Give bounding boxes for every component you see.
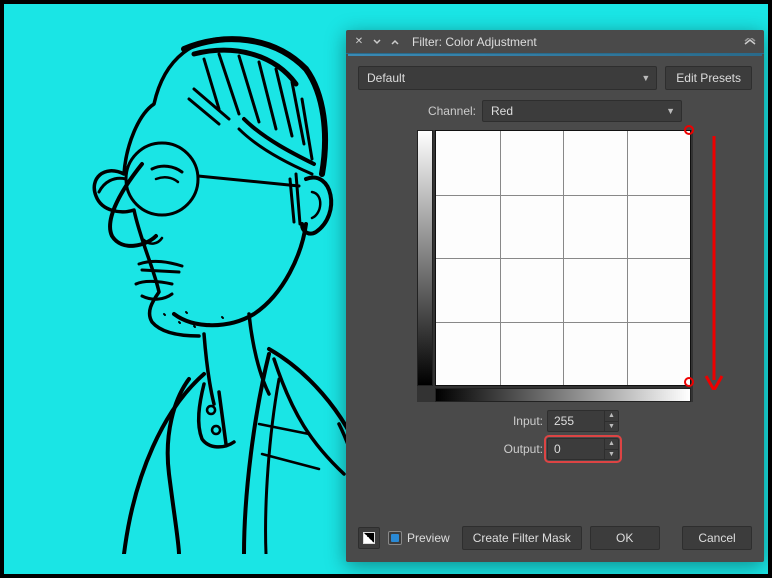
canvas-background: ✕ Filter: Color Adjustment Default ▼ Edi…	[4, 4, 768, 574]
input-spinner[interactable]: 255 ▲ ▼	[547, 410, 619, 432]
close-icon[interactable]: ✕	[352, 35, 366, 49]
preset-select[interactable]: Default ▼	[358, 66, 657, 90]
dialog-titlebar[interactable]: ✕ Filter: Color Adjustment	[346, 30, 764, 54]
chevron-down-icon: ▼	[641, 73, 650, 83]
spin-down-icon[interactable]: ▼	[605, 422, 618, 432]
output-label: Output:	[491, 442, 543, 456]
color-adjustment-dialog: ✕ Filter: Color Adjustment Default ▼ Edi…	[346, 30, 764, 562]
input-label: Input:	[491, 414, 543, 428]
channel-label: Channel:	[428, 104, 476, 118]
portrait-sketch	[44, 14, 384, 554]
dialog-title: Filter: Color Adjustment	[412, 35, 738, 49]
cancel-button[interactable]: Cancel	[682, 526, 752, 550]
channel-select[interactable]: Red ▼	[482, 100, 682, 122]
curve-editor[interactable]	[417, 130, 693, 402]
spin-down-icon[interactable]: ▼	[605, 450, 618, 460]
spin-up-icon[interactable]: ▲	[605, 439, 618, 450]
channel-value: Red	[491, 104, 513, 118]
spin-up-icon[interactable]: ▲	[605, 411, 618, 422]
output-spinner[interactable]: 0 ▲ ▼	[547, 438, 619, 460]
collapse-icon[interactable]	[742, 35, 758, 49]
curve-handle-top[interactable]	[684, 125, 694, 135]
chevron-up-icon[interactable]	[388, 35, 402, 49]
output-value[interactable]: 0	[548, 439, 604, 459]
curve-grid[interactable]	[435, 130, 691, 386]
preview-checkbox[interactable]	[388, 531, 402, 545]
vertical-gradient	[417, 130, 433, 386]
curve-handle-bottom[interactable]	[684, 377, 694, 387]
preview-label: Preview	[407, 531, 450, 545]
swatch-icon[interactable]	[358, 527, 380, 549]
edit-presets-button[interactable]: Edit Presets	[665, 66, 752, 90]
chevron-down-icon[interactable]	[370, 35, 384, 49]
output-row: Output: 0 ▲ ▼	[491, 438, 619, 460]
create-filter-mask-button[interactable]: Create Filter Mask	[462, 526, 582, 550]
chevron-down-icon: ▼	[666, 106, 675, 116]
preset-value: Default	[367, 71, 405, 85]
input-row: Input: 255 ▲ ▼	[491, 410, 619, 432]
annotation-arrow	[701, 132, 727, 390]
input-value[interactable]: 255	[548, 411, 604, 431]
horizontal-gradient	[435, 388, 691, 402]
ok-button[interactable]: OK	[590, 526, 660, 550]
